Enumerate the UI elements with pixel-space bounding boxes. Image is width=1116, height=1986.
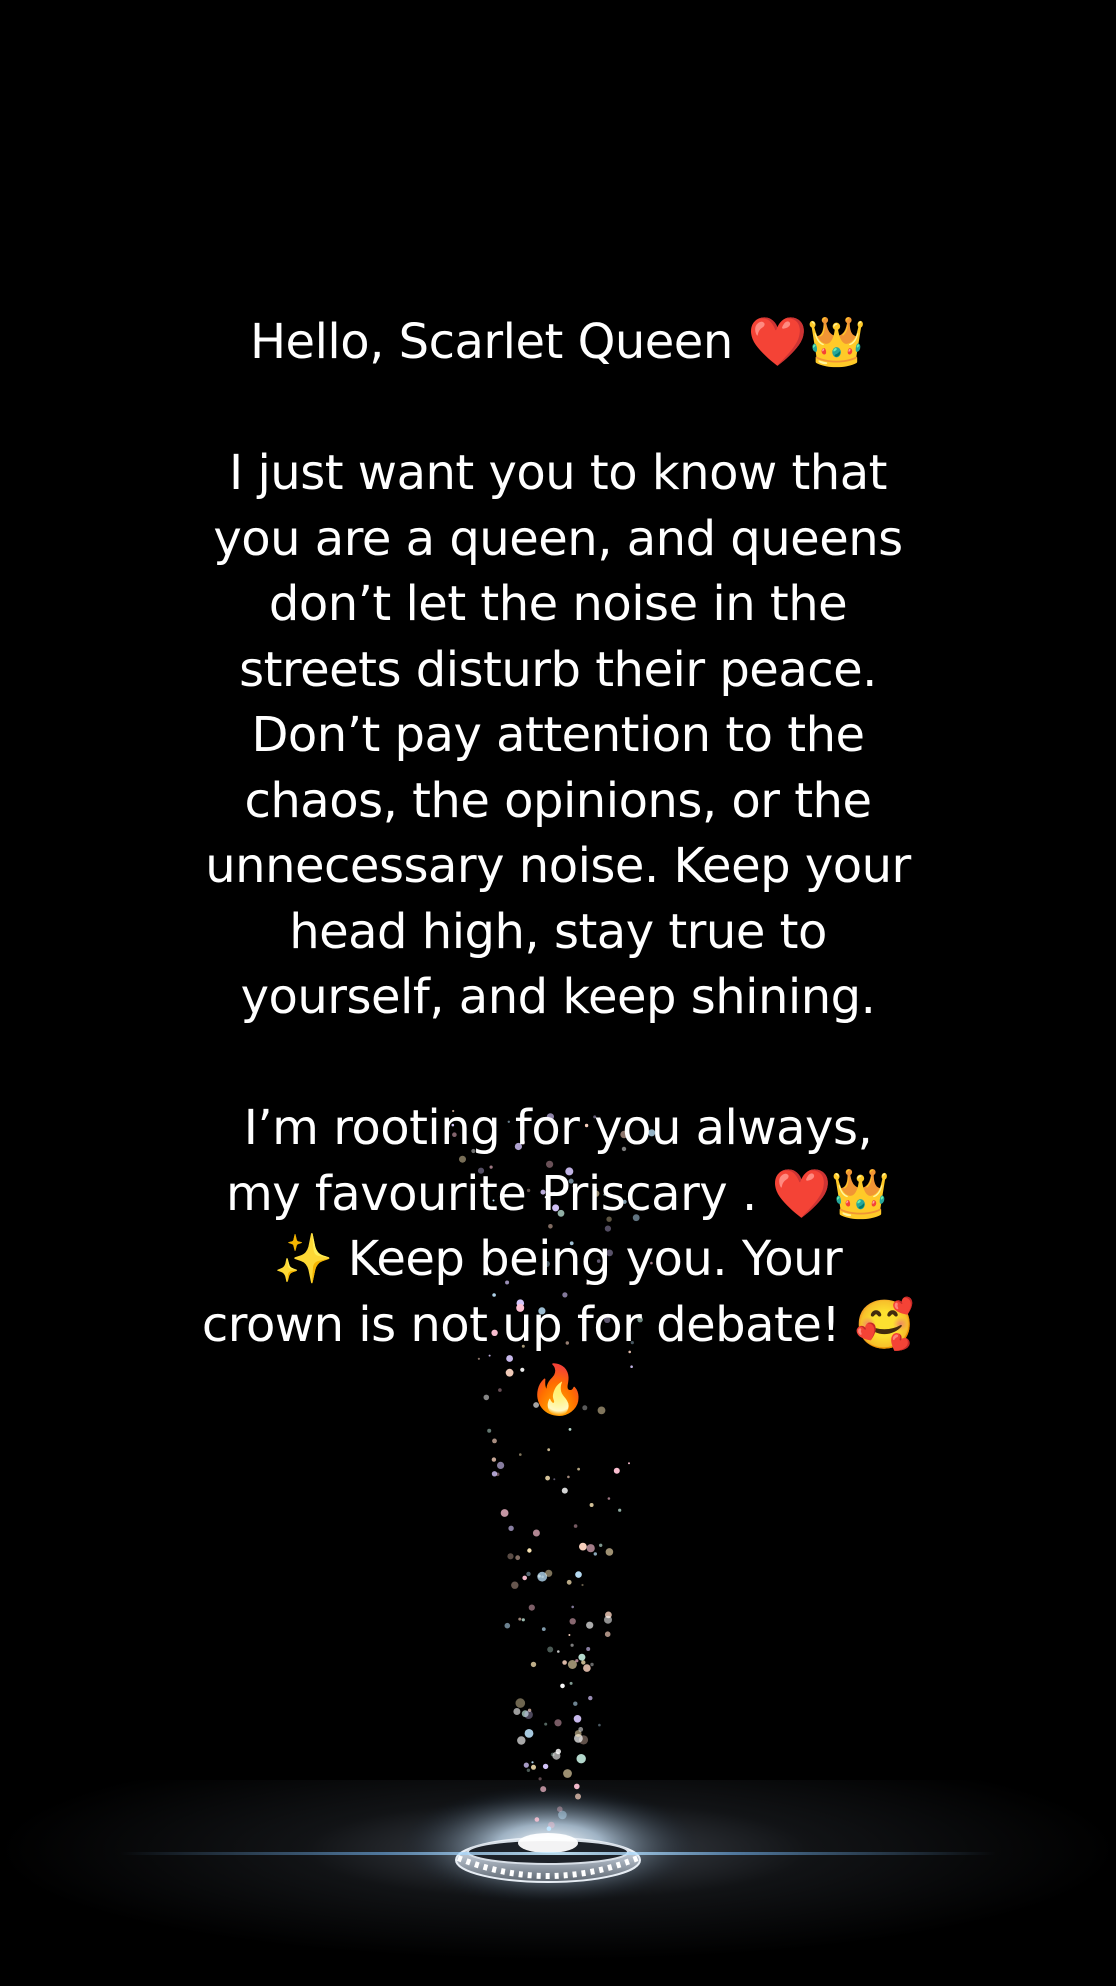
sparkle-particle [524, 1729, 534, 1738]
sparkle-particle [590, 1662, 594, 1667]
sparkle-particle [518, 1617, 522, 1621]
sparkle-particle [528, 1604, 535, 1611]
sparkle-particle [500, 1509, 509, 1517]
sparkle-particle [531, 1764, 536, 1770]
sparkle-particle [567, 1660, 577, 1669]
sparkle-particle [598, 1723, 601, 1727]
sparkle-particle [570, 1643, 574, 1647]
light-horizon [120, 1852, 996, 1855]
sparkle-particle [526, 1768, 531, 1773]
sparkle-particle [508, 1525, 514, 1532]
sparkle-particle [599, 1543, 603, 1548]
sparkle-particle [578, 1727, 584, 1732]
sparkle-particle [604, 1615, 612, 1624]
sparkle-particle [573, 1701, 578, 1706]
sparkle-particle [542, 1763, 549, 1770]
sparkle-particle [540, 1786, 547, 1793]
sparkle-particle [581, 1583, 584, 1587]
sparkle-particle [568, 1634, 571, 1636]
sparkle-particle [607, 1497, 611, 1500]
sparkle-particle [547, 1448, 551, 1452]
sparkle-particle [527, 1548, 532, 1553]
sparkle-particle [491, 1457, 497, 1462]
sparkle-particle [513, 1708, 521, 1715]
sparkle-particle [586, 1621, 594, 1629]
sparkle-particle [553, 1478, 556, 1481]
sparkle-particle [581, 1660, 586, 1665]
sparkle-particle [576, 1754, 586, 1764]
sparkle-particle [519, 1453, 522, 1456]
sparkle-particle [545, 1569, 553, 1577]
sparkle-particle [534, 1817, 540, 1822]
sparkle-particle [567, 1475, 570, 1479]
sparkle-particle [573, 1715, 582, 1723]
sparkle-particle [604, 1631, 611, 1637]
sparkle-particle [546, 1826, 552, 1831]
sparkle-particle [507, 1553, 514, 1560]
sparkle-particle [578, 1653, 586, 1661]
sparkle-particle [532, 1529, 540, 1537]
sparkle-particle [531, 1761, 534, 1764]
sparkle-particle [524, 1710, 533, 1719]
sparkle-particle [561, 1487, 568, 1494]
sparkle-particle [504, 1622, 511, 1629]
sparkle-particle [545, 1475, 550, 1481]
sparkle-particle [588, 1695, 593, 1701]
sparkle-particle [574, 1783, 580, 1790]
sparkle-particle [568, 1428, 572, 1431]
sparkle-particle [575, 1571, 582, 1578]
sparkle-particle [491, 1471, 498, 1477]
sparkle-particle [560, 1683, 565, 1689]
sparkle-particle [589, 1503, 594, 1507]
sparkle-particle [569, 1618, 576, 1625]
sparkle-particle [487, 1428, 492, 1433]
sparkle-particle [605, 1548, 614, 1556]
sparkle-particle [562, 1660, 567, 1665]
greeting-text: Hello, Scarlet Queen ❤️👑 [249, 314, 867, 370]
sparkle-particle [492, 1438, 497, 1444]
sparkle-particle [569, 1681, 573, 1685]
sparkle-particle [515, 1555, 521, 1561]
sparkle-particle [563, 1769, 572, 1778]
sparkle-particle [613, 1467, 620, 1474]
sparkle-particle [577, 1467, 580, 1471]
closing-text: I’m rooting for you always, my favourite… [201, 1100, 915, 1418]
sparkle-particle [497, 1461, 505, 1469]
sparkle-particle [541, 1627, 546, 1631]
sparkle-particle [517, 1736, 526, 1745]
sparkle-particle [530, 1661, 537, 1668]
body-text: I just want you to know that you are a q… [205, 445, 911, 1025]
sparkle-particle [583, 1664, 591, 1672]
sparkle-particle [511, 1581, 519, 1589]
sparkle-particle [579, 1542, 587, 1551]
sparkle-particle [544, 1722, 548, 1726]
story-background: Hello, Scarlet Queen ❤️👑 I just want you… [0, 0, 1116, 1986]
sparkle-particle [557, 1806, 563, 1812]
sparkle-particle [573, 1524, 578, 1528]
sparkle-particle [547, 1646, 554, 1653]
sparkle-particle [523, 1762, 529, 1768]
sparkle-particle [586, 1544, 595, 1553]
sparkle-particle [515, 1698, 526, 1708]
sparkle-particle [628, 1462, 630, 1465]
sparkle-particle [552, 1751, 561, 1760]
sparkle-particle [557, 1650, 560, 1653]
sparkle-particle [586, 1647, 591, 1651]
sparkle-particle [521, 1618, 525, 1622]
sparkle-particle [538, 1777, 542, 1781]
message-caption: Hello, Scarlet Queen ❤️👑 I just want you… [200, 310, 916, 1424]
sparkle-particle [618, 1508, 622, 1512]
sparkle-particle [571, 1605, 574, 1609]
sparkle-particle [554, 1719, 562, 1727]
sparkle-particle [593, 1552, 597, 1556]
sparkle-particle [566, 1579, 572, 1585]
sparkle-particle [526, 1571, 531, 1577]
sparkle-particle [522, 1575, 527, 1581]
sparkle-particle [575, 1793, 581, 1800]
